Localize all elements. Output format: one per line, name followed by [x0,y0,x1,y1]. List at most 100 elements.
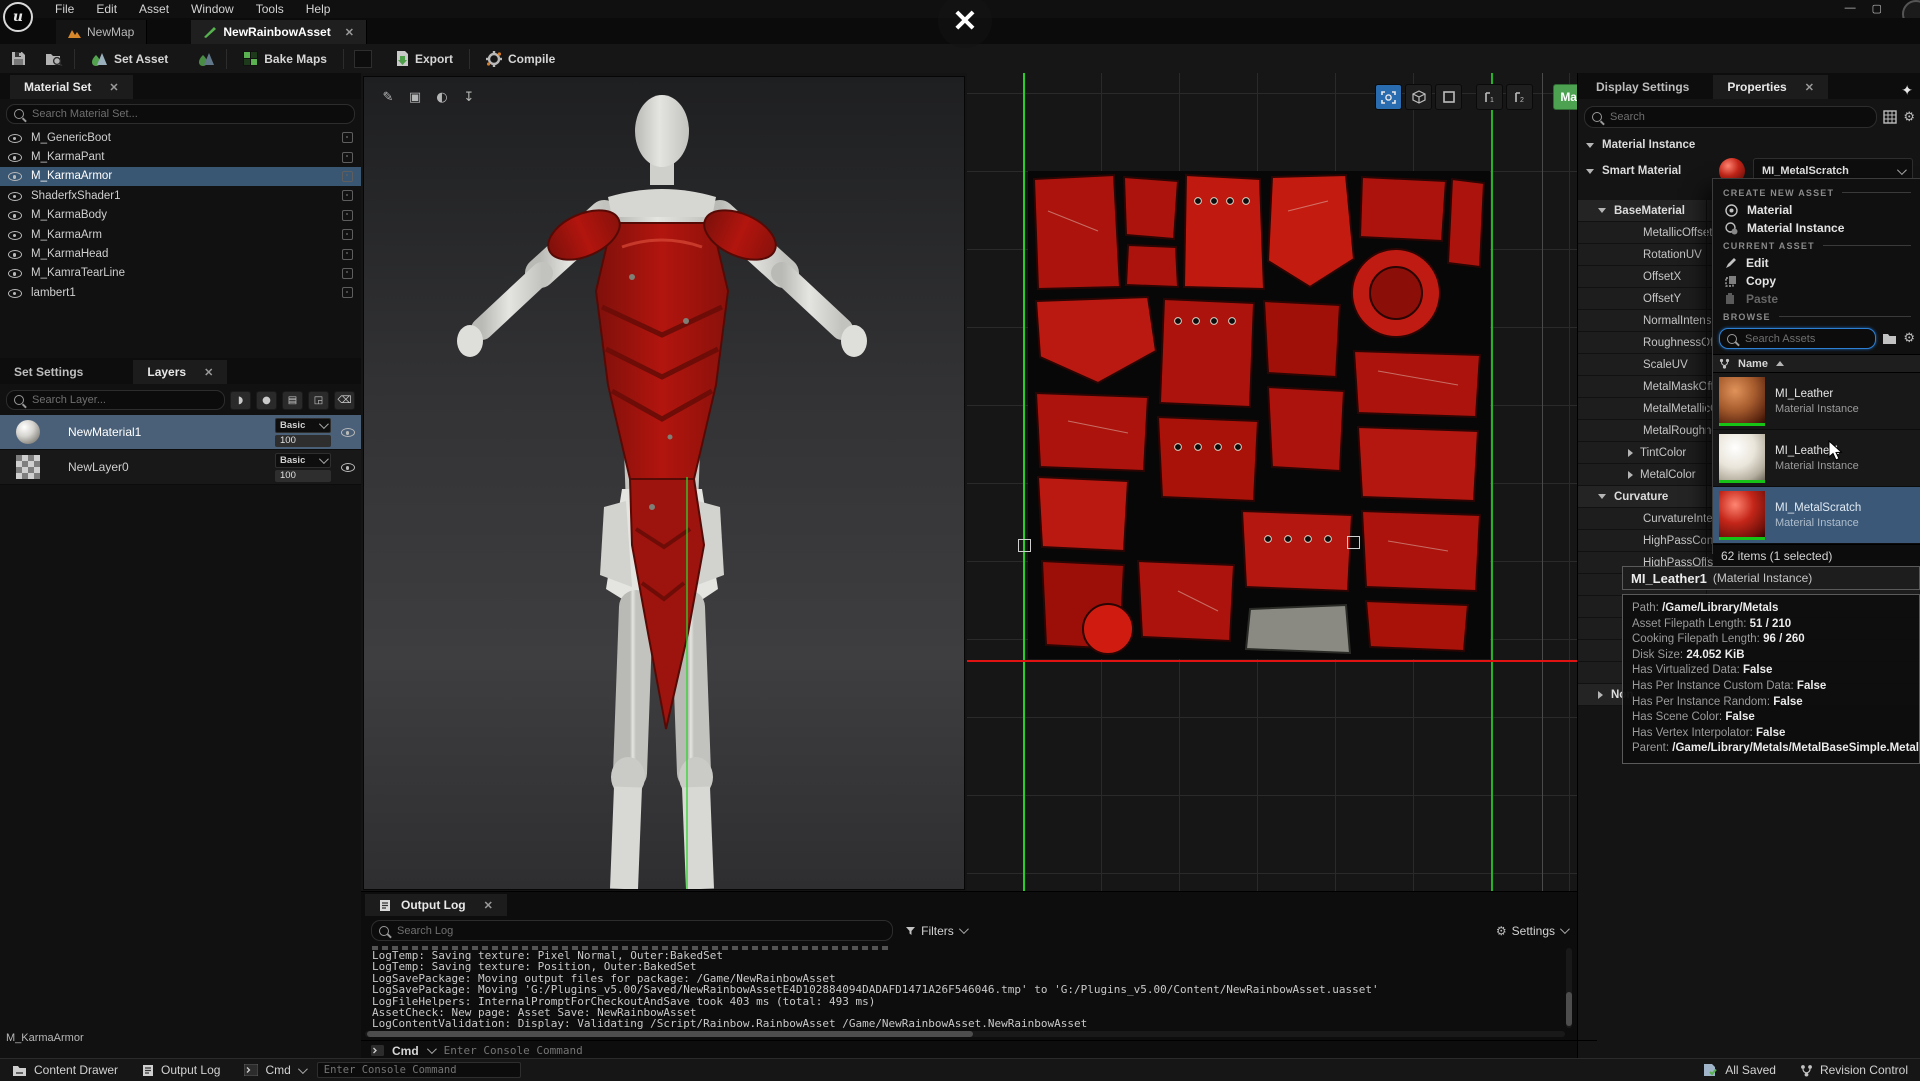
tab-output-log[interactable]: Output Log ✕ [365,894,507,916]
layer-row[interactable]: NewLayer0 Basic 100 [0,450,361,485]
opacity-field[interactable]: 100 [275,435,331,447]
screenshot-mode-button[interactable] [1375,84,1402,110]
menu-file[interactable]: File [44,0,85,18]
output-log-close-icon[interactable]: ✕ [484,899,493,912]
viewport-uv[interactable]: 1 2 Material [967,73,1577,891]
stamp-icon[interactable]: ▣ [405,87,425,107]
sphere-shade-icon[interactable]: ◐ [432,87,452,107]
asset-search-input[interactable] [1743,332,1868,346]
menu-item-copy[interactable]: Copy [1713,272,1920,290]
log-search-input[interactable] [395,924,885,938]
list-item[interactable]: M_KamraTearLine [0,264,361,283]
visibility-eye-icon[interactable] [8,132,22,144]
settings-gear-icon[interactable]: ⚙ [1903,110,1915,125]
bake-maps-button[interactable]: Bake Maps [237,46,333,72]
sparkle-icon[interactable]: ✦ [1893,83,1920,99]
status-console-input[interactable] [317,1062,521,1078]
uv-channel-2-button[interactable]: 2 [1506,84,1533,110]
blend-icon[interactable]: ◲ [308,391,329,410]
tab-layers[interactable]: Layers ✕ [133,360,227,384]
list-item[interactable]: M_KarmaPant [0,147,361,166]
asset-row-selected[interactable]: MI_MetalScratch Material Instance [1713,487,1920,544]
section-material-instance[interactable]: Material Instance [1602,139,1695,151]
sphere-icon[interactable]: ● [256,391,277,410]
menu-help[interactable]: Help [295,0,342,18]
log-settings-dropdown[interactable]: ⚙ Settings [1496,924,1567,938]
layer-search-input[interactable] [30,393,217,407]
log-vscrollbar[interactable] [1566,948,1572,1028]
log-hscrollbar[interactable] [365,1031,1565,1037]
grid-view-icon[interactable] [1883,110,1897,124]
tab-newmap[interactable]: NewMap [56,20,147,44]
visibility-eye-icon[interactable] [8,229,22,241]
trash-icon[interactable]: ⌫ [334,391,355,410]
tab-material-set[interactable]: Material Set ✕ [10,75,133,99]
material-set-tab-close-icon[interactable]: ✕ [109,81,118,94]
uv-channel-1-button[interactable]: 1 [1476,84,1503,110]
visibility-eye-icon[interactable] [8,151,22,163]
revision-branch-icon[interactable] [1719,358,1730,369]
log-lines[interactable]: LogTemp: Saving texture: Pixel Normal, O… [361,944,1577,1036]
list-item[interactable]: M_KarmaBody [0,206,361,225]
cmd-dropdown[interactable]: Cmd [232,1059,316,1081]
tab-set-settings[interactable]: Set Settings [0,360,97,384]
list-item[interactable]: M_KarmaArm [0,225,361,244]
tab-newrainbowasset[interactable]: NewRainbowAsset ✕ [191,20,367,44]
uv-selection-handle[interactable] [1347,536,1360,549]
set-asset-button[interactable]: Set Asset [85,46,174,72]
blend-mode-dropdown[interactable]: Basic [275,418,331,433]
menu-item-paste[interactable]: Paste [1713,290,1920,308]
blend-mode-dropdown[interactable]: Basic [275,453,331,468]
list-item[interactable]: ShaderfxShader1 [0,186,361,205]
minimize-button[interactable]: — [1845,2,1856,15]
layer-visibility-eye-icon[interactable] [341,426,355,438]
layer-search[interactable] [6,390,225,410]
list-item[interactable]: M_KarmaHead [0,244,361,263]
frame-view-button[interactable] [1435,84,1462,110]
browse-folder-icon[interactable] [44,49,64,69]
character-model[interactable] [364,77,964,889]
revision-control-button[interactable]: Revision Control [1788,1059,1920,1081]
all-saved-button[interactable]: All Saved [1691,1059,1788,1081]
log-vscrollbar-thumb[interactable] [1566,992,1572,1026]
collapse-arrow-icon[interactable] [1586,169,1594,174]
log-hscrollbar-thumb[interactable] [367,1031,973,1037]
properties-search-input[interactable] [1608,110,1869,124]
visibility-eye-icon[interactable] [8,170,22,182]
log-console-input[interactable] [442,1043,1587,1058]
output-log-button[interactable]: Output Log [130,1059,232,1081]
uv-texture-atlas[interactable] [1028,171,1490,659]
visibility-eye-icon[interactable] [8,267,22,279]
chevron-down-icon[interactable] [427,1044,437,1054]
layer-visibility-eye-icon[interactable] [341,461,355,473]
uv-selection-handle[interactable] [1018,539,1031,552]
mask-icon[interactable]: ◗ [230,391,251,410]
visibility-eye-icon[interactable] [8,248,22,260]
group-icon[interactable]: ▤ [282,391,303,410]
layers-tab-close-icon[interactable]: ✕ [204,366,213,379]
menu-asset[interactable]: Asset [128,0,180,18]
paint-brush-icon[interactable]: ✎ [378,87,398,107]
visibility-eye-icon[interactable] [8,190,22,202]
section-smart-material[interactable]: Smart Material [1602,165,1681,177]
apply-asset-icon[interactable] [196,49,216,69]
list-item[interactable]: lambert1 [0,283,361,302]
menu-item-material[interactable]: Material [1713,201,1920,219]
menu-window[interactable]: Window [180,0,245,18]
list-item-selected[interactable]: M_KarmaArmor [0,167,361,186]
material-mode-button[interactable]: Material [1553,84,1577,110]
unreal-logo-icon[interactable]: u [3,2,33,32]
asset-row-hovered[interactable]: MI_Leather1 Material Instance [1713,430,1920,487]
compile-button[interactable]: Compile [480,46,561,72]
collapse-arrow-icon[interactable] [1586,143,1594,148]
visibility-eye-icon[interactable] [8,287,22,299]
cube-view-button[interactable] [1405,84,1432,110]
properties-tab-close-icon[interactable]: ✕ [1805,81,1814,94]
layer-row-selected[interactable]: NewMaterial1 Basic 100 [0,415,361,450]
maximize-button[interactable]: ▢ [1872,2,1882,15]
save-icon[interactable] [8,49,28,69]
menu-item-material-instance[interactable]: Material Instance [1713,219,1920,237]
asset-search[interactable] [1719,328,1876,349]
properties-search[interactable] [1584,106,1877,128]
asset-row[interactable]: MI_Leather Material Instance [1713,373,1920,430]
